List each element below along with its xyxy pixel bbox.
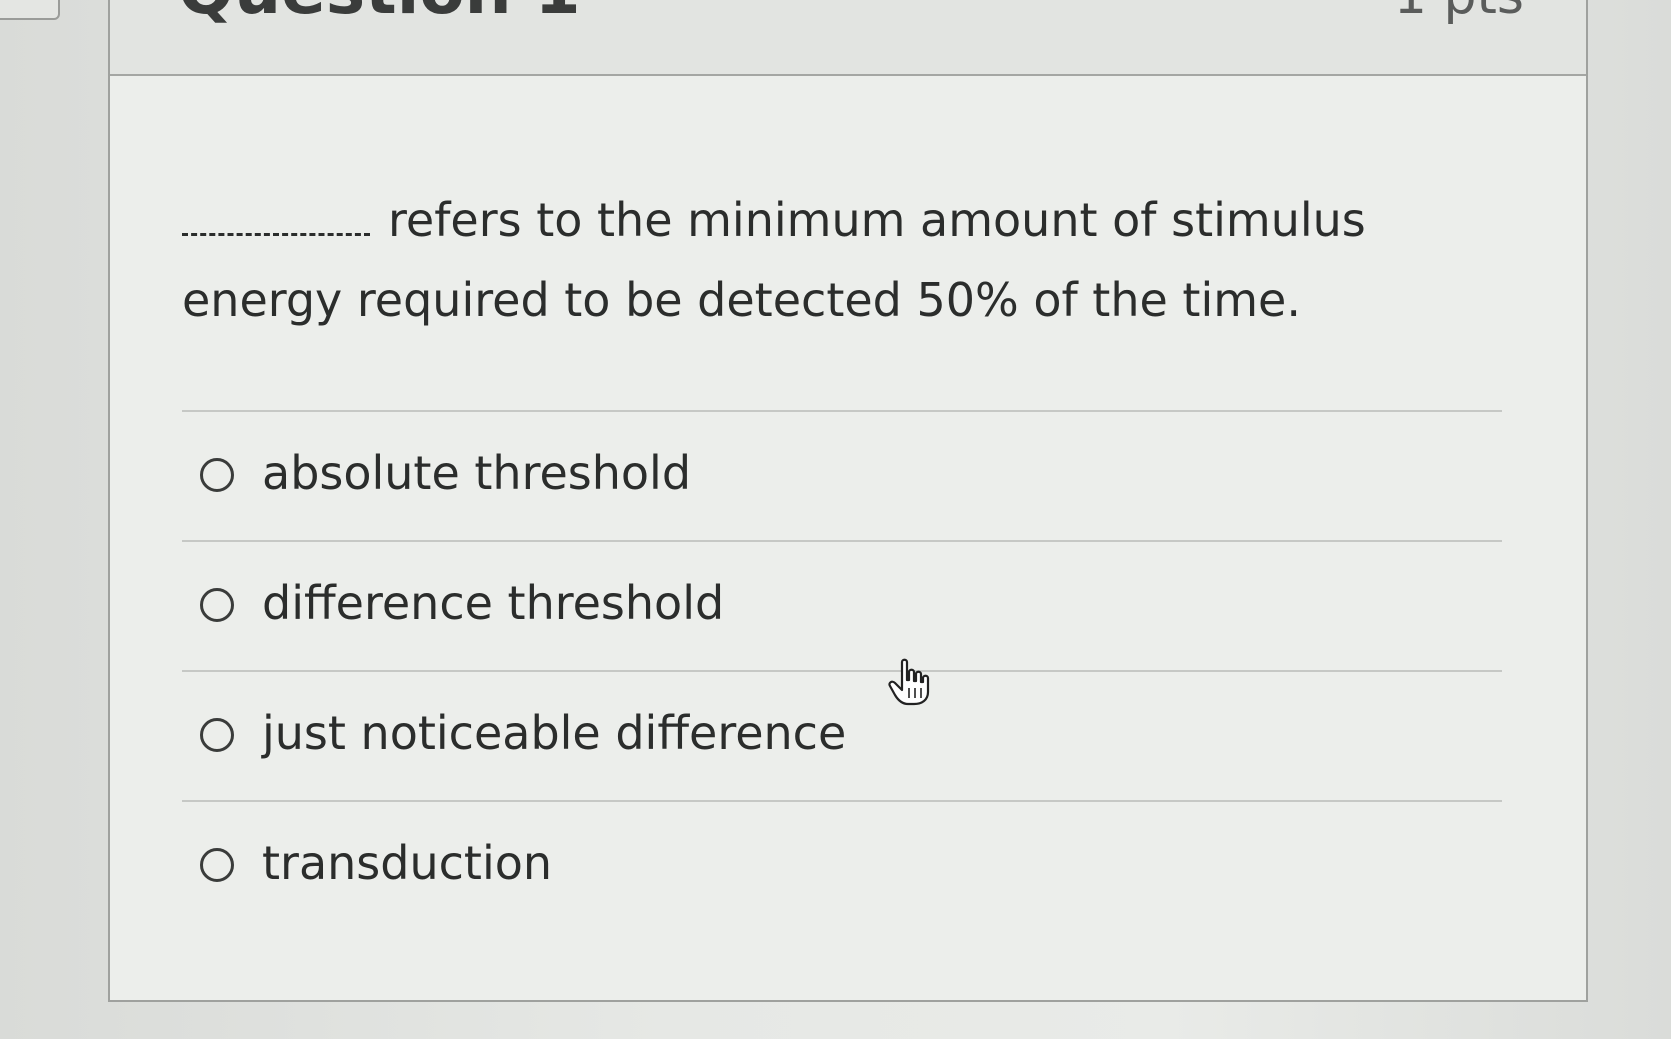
question-points: 1 pts bbox=[1394, 0, 1524, 26]
question-header: Question 1 1 pts bbox=[110, 0, 1586, 76]
radio-button[interactable] bbox=[200, 718, 234, 752]
fill-in-blank bbox=[182, 233, 370, 236]
previous-card-edge bbox=[0, 0, 60, 20]
answer-list: absolute threshold difference threshold … bbox=[182, 410, 1502, 930]
radio-button[interactable] bbox=[200, 458, 234, 492]
answer-option-transduction[interactable]: transduction bbox=[182, 800, 1502, 930]
answer-option-difference-threshold[interactable]: difference threshold bbox=[182, 540, 1502, 670]
radio-button[interactable] bbox=[200, 848, 234, 882]
answer-label[interactable]: transduction bbox=[262, 836, 552, 890]
radio-button[interactable] bbox=[200, 588, 234, 622]
question-card: Question 1 1 pts refers to the minimum a… bbox=[108, 0, 1588, 1002]
answer-label[interactable]: just noticeable difference bbox=[262, 706, 846, 760]
answer-label[interactable]: absolute threshold bbox=[262, 446, 691, 500]
answer-option-absolute-threshold[interactable]: absolute threshold bbox=[182, 410, 1502, 540]
question-title: Question 1 bbox=[178, 0, 581, 29]
question-prompt: refers to the minimum amount of stimulus… bbox=[182, 193, 1366, 327]
hand-pointer-icon bbox=[888, 658, 930, 706]
question-text: refers to the minimum amount of stimulus… bbox=[182, 180, 1422, 340]
answer-label[interactable]: difference threshold bbox=[262, 576, 724, 630]
answer-option-just-noticeable-difference[interactable]: just noticeable difference bbox=[182, 670, 1502, 800]
